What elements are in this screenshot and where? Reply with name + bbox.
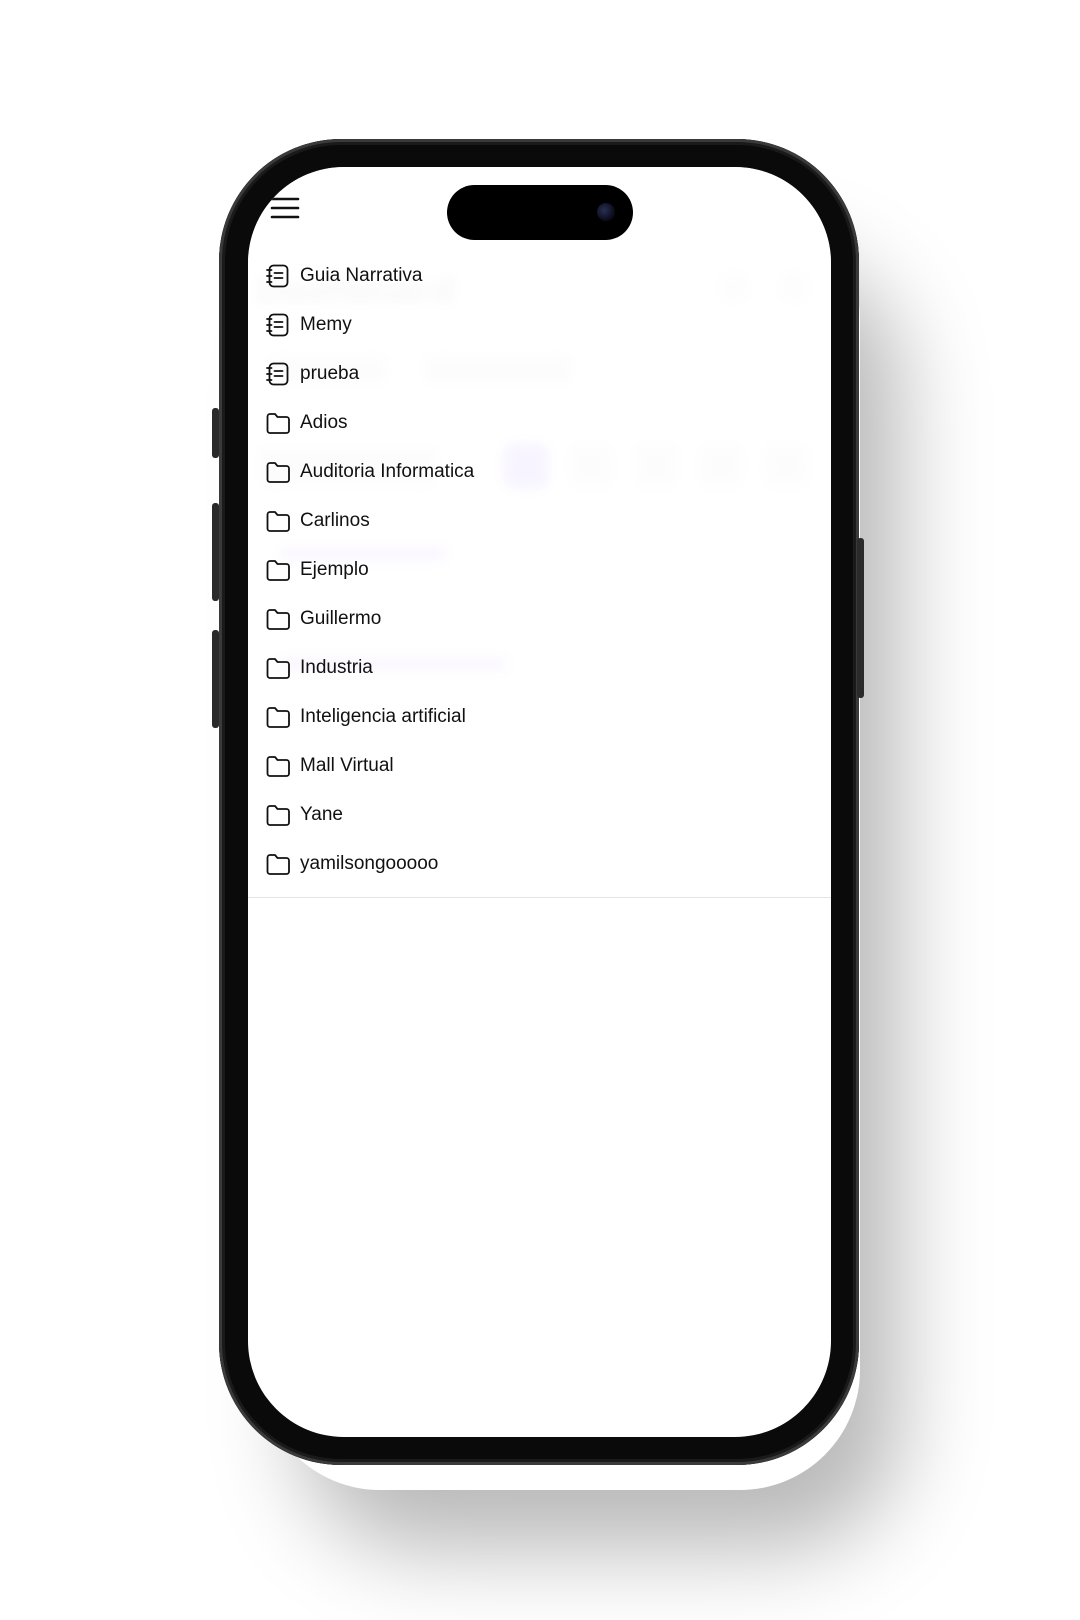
drawer-item-label: Guillermo: [300, 607, 382, 629]
drawer-item[interactable]: Memy: [264, 300, 474, 349]
folder-icon: [264, 801, 292, 829]
drawer-item-label: yamilsongooooo: [300, 852, 439, 874]
drawer-item[interactable]: Ejemplo: [264, 545, 474, 594]
drawer-item-label: Memy: [300, 313, 352, 335]
drawer-item[interactable]: Auditoria Informatica: [264, 447, 474, 496]
volume-up-button: [212, 503, 219, 601]
drawer-item-label: Guia Narrativa: [300, 264, 423, 286]
drawer-item[interactable]: Adios: [264, 398, 474, 447]
power-button: [857, 538, 864, 698]
phone-screen: Dashboard: [248, 167, 831, 1437]
folder-icon: [264, 752, 292, 780]
drawer-item-label: Inteligencia artificial: [300, 705, 466, 727]
drawer-item-label: Yane: [300, 803, 343, 825]
action-button: [212, 408, 219, 458]
drawer-item-label: Industria: [300, 656, 373, 678]
drawer-item-label: Ejemplo: [300, 558, 369, 580]
folder-icon: [264, 507, 292, 535]
folder-icon: [264, 458, 292, 486]
drawer-item[interactable]: Yane: [264, 790, 474, 839]
folder-icon: [264, 556, 292, 584]
notebook-icon: [264, 311, 292, 339]
drawer-item[interactable]: prueba: [264, 349, 474, 398]
drawer-item[interactable]: Carlinos: [264, 496, 474, 545]
drawer-item-label: prueba: [300, 362, 360, 384]
drawer-item[interactable]: Mall Virtual: [264, 741, 474, 790]
navigation-drawer: Guia Narrativa Memy prueba Adios Auditor…: [248, 167, 831, 898]
folder-icon: [264, 850, 292, 878]
mockup-stage: Dashboard: [0, 0, 1080, 1620]
folder-icon: [264, 703, 292, 731]
hamburger-menu-icon[interactable]: [270, 195, 300, 221]
drawer-item-label: Adios: [300, 411, 348, 433]
dynamic-island: [447, 185, 633, 240]
drawer-item-label: Auditoria Informatica: [300, 460, 475, 482]
drawer-item[interactable]: yamilsongooooo: [264, 839, 474, 888]
drawer-item-list: Guia Narrativa Memy prueba Adios Auditor…: [264, 251, 474, 888]
drawer-item-label: Carlinos: [300, 509, 370, 531]
folder-icon: [264, 605, 292, 633]
drawer-item[interactable]: Inteligencia artificial: [264, 692, 474, 741]
front-camera-icon: [597, 203, 615, 221]
volume-down-button: [212, 630, 219, 728]
drawer-item[interactable]: Industria: [264, 643, 474, 692]
drawer-item-label: Mall Virtual: [300, 754, 394, 776]
notebook-icon: [264, 262, 292, 290]
drawer-item[interactable]: Guillermo: [264, 594, 474, 643]
folder-icon: [264, 654, 292, 682]
folder-icon: [264, 409, 292, 437]
notebook-icon: [264, 360, 292, 388]
drawer-item[interactable]: Guia Narrativa: [264, 251, 474, 300]
